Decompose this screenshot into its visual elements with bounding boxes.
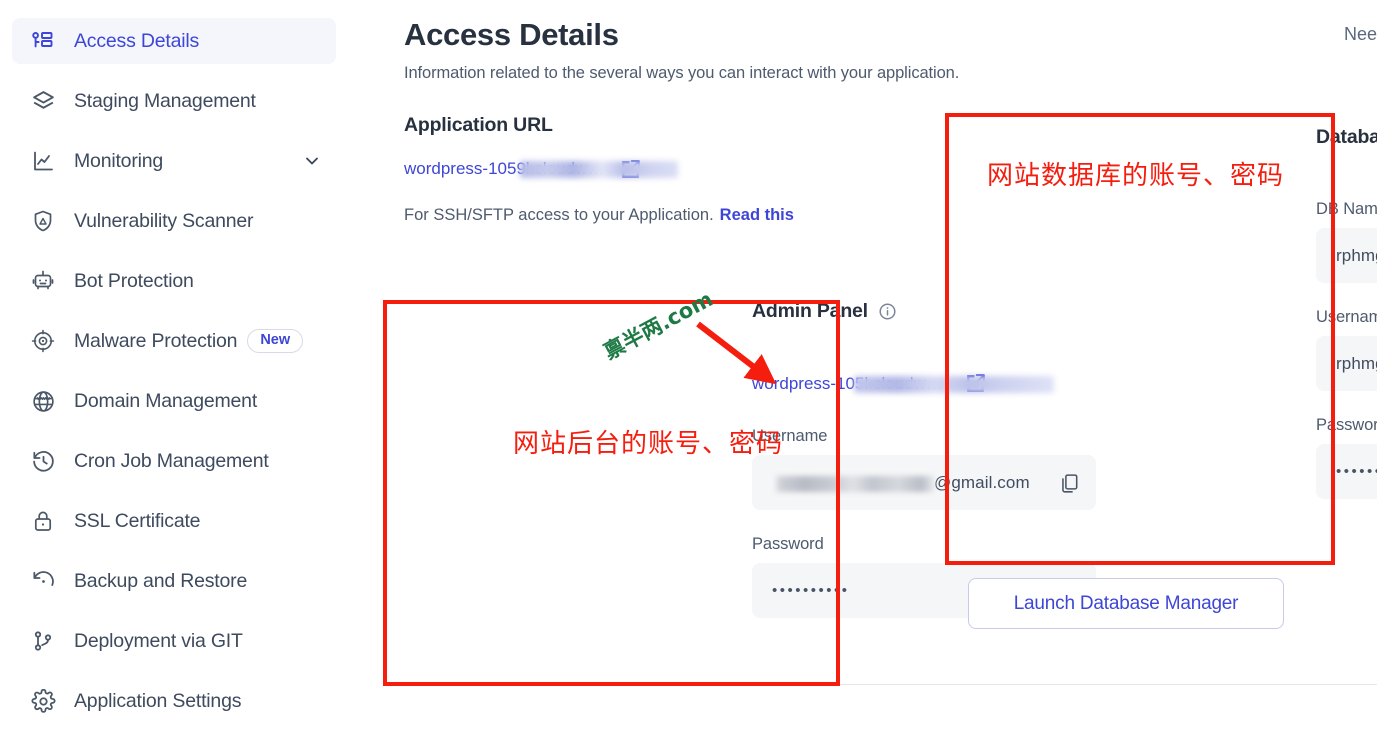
shield-warning-icon [30, 208, 56, 234]
sidebar-item-ssl-certificate[interactable]: SSL Certificate [12, 498, 336, 544]
sidebar-item-label: Application Settings [74, 689, 242, 712]
db-name-value: rphmggpkvd [1336, 245, 1377, 265]
sidebar-item-staging-management[interactable]: Staging Management [12, 78, 336, 124]
page-title: Access Details [404, 17, 619, 52]
db-username-label: Username [1316, 308, 1377, 326]
db-username-value: rphmggpkvd [1336, 353, 1377, 373]
sidebar-item-malware-protection[interactable]: Malware Protection New [12, 318, 336, 364]
database-title: Database [1316, 126, 1377, 148]
sidebar-item-access-details[interactable]: Access Details [12, 18, 336, 64]
redaction-blur [854, 375, 1054, 393]
sidebar-item-monitoring[interactable]: Monitoring [12, 138, 336, 184]
sidebar-item-label: Malware Protection [74, 329, 238, 352]
sidebar-item-deployment-via-git[interactable]: Deployment via GIT [12, 618, 336, 664]
admin-url-prefix: wordpress-105 [752, 373, 865, 393]
db-password-value: •••••••••• [1336, 463, 1377, 480]
restore-icon [30, 568, 56, 594]
sidebar-item-label: Monitoring [74, 149, 164, 172]
sidebar-item-label: Cron Job Management [74, 449, 269, 472]
redaction-blur [772, 475, 934, 492]
application-url-row: wordpress-1059l.cloudw… [404, 157, 1377, 182]
page-subtitle: Information related to the several ways … [404, 63, 960, 82]
db-name-label: DB Name [1316, 200, 1377, 218]
sidebar-item-vulnerability-scanner[interactable]: Vulnerability Scanner [12, 198, 336, 244]
db-password-row: •••••••••• [1316, 444, 1377, 499]
application-url-title: Application URL [404, 113, 553, 136]
application-url-prefix: wordpress-1059 [404, 159, 526, 179]
chart-line-icon [30, 148, 56, 174]
section-divider [404, 684, 1377, 685]
sidebar-item-label: Vulnerability Scanner [74, 209, 254, 232]
sidebar-item-label: Bot Protection [74, 269, 194, 292]
gear-icon [30, 688, 56, 714]
sidebar-item-backup-and-restore[interactable]: Backup and Restore [12, 558, 336, 604]
db-username-field[interactable]: rphmggpkvd [1316, 336, 1377, 391]
read-this-link[interactable]: Read this [720, 206, 794, 224]
clock-history-icon [30, 448, 56, 474]
redaction-blur [520, 161, 678, 179]
application-url-section: Application URL wordpress-1059l.cloudw… … [404, 114, 1377, 225]
ssh-note: For SSH/SFTP access to your Application.… [404, 206, 1377, 225]
sidebar-item-label: Domain Management [74, 389, 258, 412]
svg-text:www: www [35, 396, 50, 402]
layers-icon [30, 88, 56, 114]
sidebar-item-label: Backup and Restore [74, 569, 248, 592]
info-circle-icon[interactable] [878, 302, 897, 321]
ssh-note-text: For SSH/SFTP access to your Application. [404, 205, 714, 224]
admin-panel-title: Admin Panel [752, 300, 868, 322]
db-username-row: rphmggpkvd [1316, 336, 1377, 391]
sidebar-item-label: Staging Management [74, 89, 256, 112]
status-badge-new: New [247, 329, 304, 353]
malware-target-icon [30, 328, 56, 354]
db-name-field[interactable]: rphmggpkvd [1316, 228, 1377, 283]
sidebar-item-domain-management[interactable]: www Domain Management [12, 378, 336, 424]
sidebar-item-label: SSL Certificate [74, 509, 201, 532]
chevron-down-icon[interactable] [302, 151, 322, 171]
admin-panel-url-link[interactable]: wordpress-105l.cloudw… [752, 373, 1054, 394]
db-password-field[interactable]: •••••••••• [1316, 444, 1377, 499]
admin-panel-url-row: wordpress-105l.cloudw… [752, 371, 1188, 396]
lock-icon [30, 508, 56, 534]
key-list-icon [30, 28, 56, 54]
admin-username-value: @gmail.com [772, 473, 1058, 493]
admin-password-label: Password [752, 535, 824, 553]
admin-username-field[interactable]: @gmail.com [752, 455, 1096, 510]
git-branch-icon [30, 628, 56, 654]
database-card: Database DB Name rphmggpkvd Username rph… [1316, 126, 1377, 499]
admin-username-row: @gmail.com [752, 455, 1188, 510]
launch-database-manager-button[interactable]: Launch Database Manager [968, 578, 1284, 629]
sidebar-item-cron-job-management[interactable]: Cron Job Management [12, 438, 336, 484]
sidebar-item-bot-protection[interactable]: Bot Protection [12, 258, 336, 304]
copy-icon[interactable] [1058, 472, 1080, 494]
access-details-page: Access Details Staging Management Monito… [0, 0, 1377, 736]
sidebar: Access Details Staging Management Monito… [0, 0, 348, 736]
sidebar-item-label: Access Details [74, 29, 200, 52]
sidebar-item-application-settings[interactable]: Application Settings [12, 678, 336, 724]
admin-panel-header: Admin Panel [752, 300, 1188, 323]
sidebar-item-label: Deployment via GIT [74, 629, 243, 652]
robot-icon [30, 268, 56, 294]
www-globe-icon: www [30, 388, 56, 414]
need-help-link[interactable]: Nee [1344, 24, 1377, 45]
admin-panel-card: Admin Panel wordpress-105l.cloudw… [752, 300, 1188, 618]
application-url-link[interactable]: wordpress-1059l.cloudw… [404, 159, 678, 179]
db-password-label: Password [1316, 416, 1377, 434]
admin-username-label: Username [752, 427, 828, 445]
db-name-row: rphmggpkvd [1316, 228, 1377, 283]
